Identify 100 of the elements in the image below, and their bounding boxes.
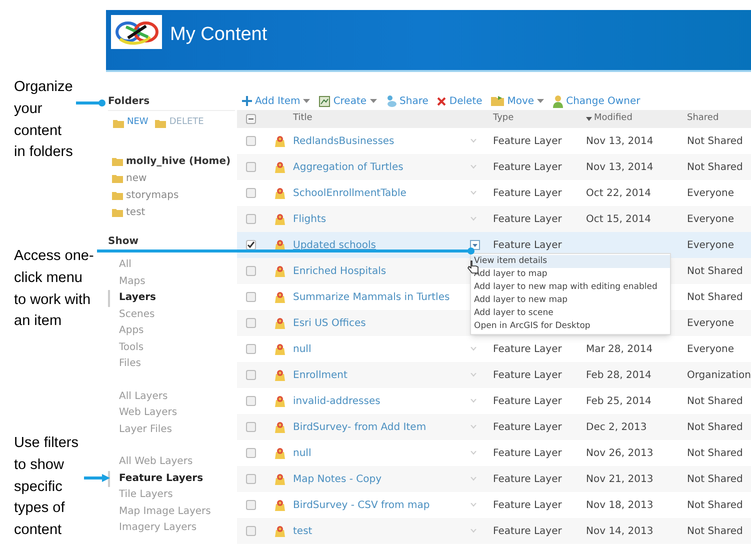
row-checkbox[interactable] — [246, 370, 256, 380]
shared-cell: Not Shared — [687, 526, 743, 536]
filter-item[interactable]: Imagery Layers — [108, 520, 235, 536]
filter-item[interactable]: Scenes — [108, 306, 235, 323]
item-title-link[interactable]: Flights — [293, 214, 326, 224]
type-cell: Feature Layer — [493, 240, 562, 250]
row-checkbox[interactable] — [246, 396, 256, 406]
row-checkbox[interactable] — [246, 422, 256, 432]
column-header[interactable]: Title — [293, 112, 493, 126]
filter-item[interactable]: All Web Layers — [108, 454, 235, 470]
item-title-link[interactable]: Updated schools — [293, 240, 376, 250]
select-all-checkbox[interactable] — [246, 114, 256, 124]
row-checkbox[interactable] — [246, 474, 256, 484]
annotation-text: Use filters to show specific types of content — [14, 434, 80, 540]
folder-icon — [112, 191, 123, 200]
type-cell: Feature Layer — [493, 136, 562, 146]
toolbar-button[interactable]: Add Item — [242, 94, 310, 108]
table-row[interactable]: Enrollment Feature Layer Feb 28, 2014 Organization — [237, 362, 751, 388]
menu-item[interactable]: View item details — [471, 255, 670, 268]
modified-cell: Oct 22, 2014 — [586, 188, 651, 198]
row-checkbox[interactable] — [246, 292, 256, 302]
filter-item[interactable]: Layers — [108, 290, 235, 306]
type-cell: Feature Layer — [493, 162, 562, 172]
folder-icon — [113, 118, 124, 128]
row-checkbox[interactable] — [246, 266, 256, 276]
folder-item[interactable]: new — [108, 170, 235, 187]
table-row[interactable]: Map Notes - Copy Feature Layer Nov 21, 2013 Not Shared — [237, 466, 751, 492]
type-cell: Feature Layer — [493, 188, 562, 198]
item-title-link[interactable]: Enriched Hospitals — [293, 266, 386, 276]
layer-icon — [274, 187, 286, 199]
folder-item[interactable]: molly_hive (Home) — [108, 153, 235, 170]
layer-icon — [274, 213, 286, 225]
shared-cell: Not Shared — [687, 136, 743, 146]
filter-item[interactable]: Web Layers — [108, 405, 235, 422]
row-checkbox[interactable] — [246, 500, 256, 510]
item-title-link[interactable]: BirdSurvey - CSV from map — [293, 500, 430, 510]
shared-cell: Not Shared — [687, 448, 743, 458]
type-cell: Feature Layer — [493, 344, 562, 354]
modified-cell: Nov 18, 2013 — [586, 500, 654, 510]
item-title-link[interactable]: test — [293, 526, 312, 536]
layer-icon — [274, 161, 286, 173]
row-checkbox[interactable] — [246, 318, 256, 328]
table-row[interactable]: BirdSurvey- from Add Item Feature Layer Dec 2, 2013 Not Shared — [237, 414, 751, 440]
item-title-link[interactable]: SchoolEnrollmentTable — [293, 188, 406, 198]
type-cell: Feature Layer — [493, 526, 562, 536]
filter-item[interactable]: All — [108, 257, 235, 274]
sort-arrow-icon — [586, 117, 592, 121]
toolbar-button[interactable]: Move — [491, 94, 544, 108]
row-checkbox[interactable] — [246, 188, 256, 198]
modified-cell: Mar 28, 2014 — [586, 344, 653, 354]
table-row[interactable]: Aggregation of Turtles Feature Layer Nov 13, 2014 Not Shared — [237, 154, 751, 180]
column-header[interactable]: Modified — [586, 112, 687, 126]
menu-item[interactable]: Open in ArcGIS for Desktop — [471, 320, 670, 333]
menu-item[interactable]: Add layer to new map with editing enabled — [471, 281, 670, 294]
menu-item[interactable]: Add layer to scene — [471, 307, 670, 320]
item-title-link[interactable]: Summarize Mammals in Turtles — [293, 292, 450, 302]
type-cell: Feature Layer — [493, 214, 562, 224]
toolbar-button[interactable]: Share — [386, 94, 428, 108]
shared-cell: Everyone — [687, 188, 734, 198]
folder-action-button[interactable]: NEW — [113, 116, 148, 130]
item-title-link[interactable]: RedlandsBusinesses — [293, 136, 394, 146]
row-checkbox[interactable] — [246, 344, 256, 354]
column-header[interactable]: Shared — [687, 112, 751, 126]
filter-item[interactable]: Tools — [108, 340, 235, 356]
row-checkbox[interactable] — [246, 240, 256, 250]
row-checkbox[interactable] — [246, 136, 256, 146]
filter-item[interactable]: Files — [108, 356, 235, 372]
row-checkbox[interactable] — [246, 526, 256, 536]
filter-item[interactable]: Map Image Layers — [108, 504, 235, 520]
folder-item[interactable]: test — [108, 204, 235, 221]
item-title-link[interactable]: BirdSurvey- from Add Item — [293, 422, 426, 432]
caret-icon — [537, 99, 544, 103]
filter-item[interactable]: Maps — [108, 274, 235, 290]
filter-item[interactable]: Layer Files — [108, 422, 235, 438]
item-title-link[interactable]: Esri US Offices — [293, 318, 366, 328]
row-checkbox[interactable] — [246, 162, 256, 172]
toolbar-button[interactable]: Create — [319, 94, 377, 108]
row-checkbox[interactable] — [246, 448, 256, 458]
toolbar-button[interactable]: Change Owner — [553, 94, 640, 108]
item-title-link[interactable]: Map Notes - Copy — [293, 474, 382, 484]
folder-item[interactable]: storymaps — [108, 187, 235, 204]
item-title-link[interactable]: null — [293, 448, 312, 458]
item-title-link[interactable]: Aggregation of Turtles — [293, 162, 404, 172]
table-row[interactable]: test Feature Layer Nov 14, 2013 Not Shared — [237, 518, 751, 544]
table-row[interactable]: Flights Feature Layer Oct 15, 2014 Everyone — [237, 206, 751, 232]
section-heading: Folders — [108, 95, 235, 111]
menu-item[interactable]: Add layer to new map — [471, 294, 670, 307]
filter-item[interactable]: Tile Layers — [108, 487, 235, 504]
item-title-link[interactable]: null — [293, 344, 312, 354]
item-title-link[interactable]: Enrollment — [293, 370, 348, 380]
column-header[interactable]: Type — [493, 112, 586, 126]
type-cell: Feature Layer — [493, 422, 562, 432]
row-checkbox[interactable] — [246, 214, 256, 224]
toolbar-button[interactable]: Delete — [437, 94, 482, 108]
item-menu-button[interactable] — [470, 240, 480, 250]
filter-item[interactable]: All Layers — [108, 388, 235, 405]
section-heading: Show — [108, 235, 140, 249]
layer-icon — [274, 473, 286, 485]
item-title-link[interactable]: invalid-addresses — [293, 396, 380, 406]
filter-item[interactable]: Apps — [108, 323, 235, 340]
